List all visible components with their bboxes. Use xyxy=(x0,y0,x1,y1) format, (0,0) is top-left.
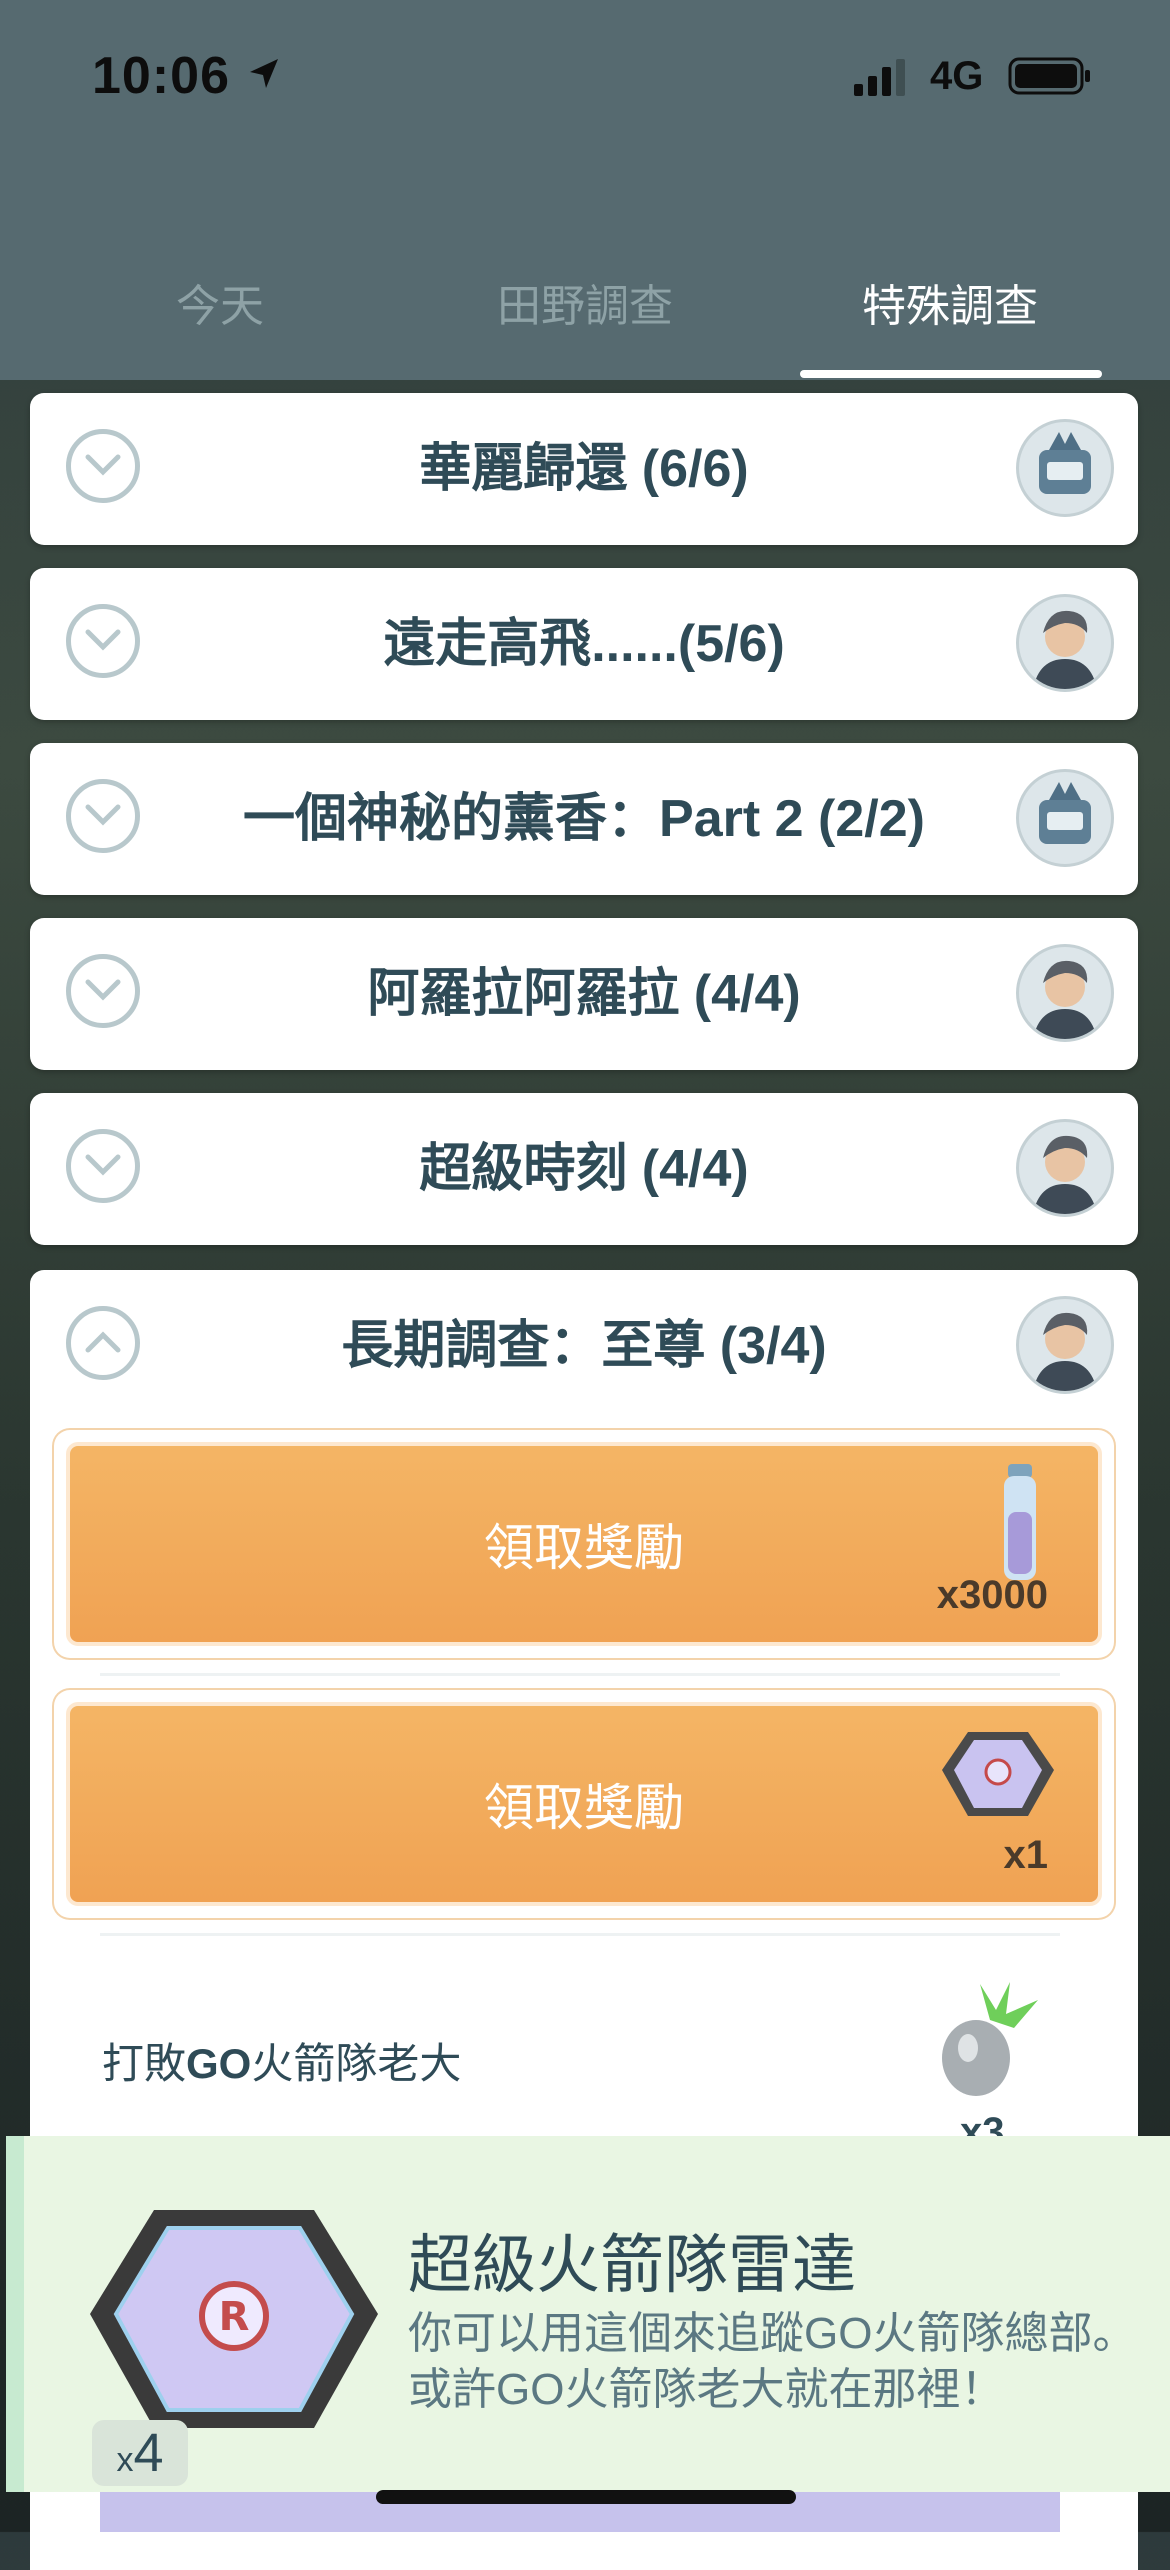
reward-panel: 領取獎勵 x3000 xyxy=(66,1442,1102,1646)
signal-icon xyxy=(854,59,905,96)
research-task: 打敗GO火箭隊老大 xyxy=(102,2030,461,2091)
location-arrow-icon xyxy=(250,59,278,88)
robot-icon xyxy=(1016,769,1114,867)
top-bar: 10:06 4G 今天 田野調查 特殊調查 xyxy=(0,0,1170,380)
chevron-up-icon[interactable] xyxy=(66,1306,140,1380)
claim-reward-button[interactable]: 領取獎勵 x3000 xyxy=(54,1430,1114,1658)
research-card[interactable]: 阿羅拉阿羅拉 (4/4) xyxy=(30,918,1138,1070)
task-text-post: 火箭隊老大 xyxy=(251,2040,462,2087)
professor-icon xyxy=(1016,944,1114,1042)
research-card[interactable]: 超級時刻 (4/4) xyxy=(30,1093,1138,1245)
claim-reward-button[interactable]: 領取獎勵 x1 xyxy=(54,1690,1114,1918)
chevron-down-icon[interactable] xyxy=(66,954,140,1028)
rocket-radar-icon xyxy=(942,1732,1054,1816)
tab-field-research[interactable]: 田野調查 xyxy=(400,270,770,334)
divider xyxy=(100,1673,1060,1676)
chevron-down-icon[interactable] xyxy=(66,1129,140,1203)
professor-icon xyxy=(1016,1296,1114,1394)
item-count-badge: x4 xyxy=(92,2420,188,2486)
professor-icon xyxy=(1016,594,1114,692)
task-text-bold: GO xyxy=(186,2040,252,2087)
research-title: 超級時刻 (4/4) xyxy=(419,1140,749,1198)
reward-count: x1 xyxy=(1003,1833,1049,1877)
svg-text:R: R xyxy=(219,2294,250,2340)
count-value: 4 xyxy=(133,2423,164,2483)
status-time: 10:06 xyxy=(92,47,230,105)
chevron-down-icon[interactable] xyxy=(66,429,140,503)
tab-special-research[interactable]: 特殊調查 xyxy=(765,270,1135,334)
research-card[interactable]: 一個神秘的薰香：Part 2 (2/2) xyxy=(30,743,1138,895)
task-text-pre: 打敗 xyxy=(102,2040,187,2087)
research-title: 遠走高飛......(5/6) xyxy=(383,615,785,673)
divider xyxy=(100,1933,1060,1936)
home-indicator[interactable] xyxy=(376,2490,796,2504)
reward-count: x3000 xyxy=(936,1573,1048,1617)
silver-pinap-berry-icon xyxy=(942,1982,1038,2096)
research-title: 一個神秘的薰香：Part 2 (2/2) xyxy=(243,790,925,848)
reward-panel: 領取獎勵 x1 xyxy=(66,1702,1102,1906)
professor-icon xyxy=(1016,1119,1114,1217)
chevron-down-icon[interactable] xyxy=(66,604,140,678)
robot-icon xyxy=(1016,419,1114,517)
chevron-down-icon[interactable] xyxy=(66,779,140,853)
count-prefix: x xyxy=(116,2441,134,2479)
active-tab-indicator xyxy=(800,370,1102,378)
rocket-radar-icon: R xyxy=(90,2210,378,2428)
research-title: 阿羅拉阿羅拉 (4/4) xyxy=(367,965,801,1023)
toast-description: 你可以用這個來追蹤GO火箭隊總部。或許GO火箭隊老大就在那裡！ xyxy=(408,2309,1137,2414)
toast-title: 超級火箭隊雷達 xyxy=(408,2229,856,2301)
research-title: 長期調查：至尊 (3/4) xyxy=(341,1317,827,1375)
battery-icon xyxy=(1008,57,1090,95)
stardust-vial-icon xyxy=(1004,1464,1036,1580)
network-type: 4G xyxy=(930,54,984,98)
research-card[interactable]: 遠走高飛......(5/6) xyxy=(30,568,1138,720)
research-title: 華麗歸還 (6/6) xyxy=(419,440,749,498)
tab-today[interactable]: 今天 xyxy=(35,270,405,334)
research-card[interactable]: 華麗歸還 (6/6) xyxy=(30,393,1138,545)
